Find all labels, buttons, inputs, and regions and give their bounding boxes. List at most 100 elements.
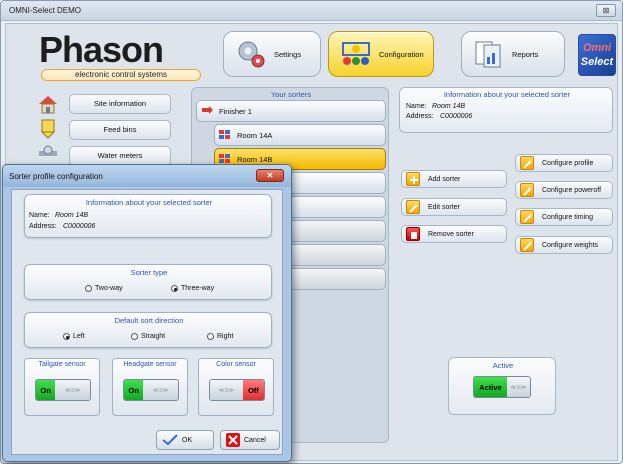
address-label: Address: xyxy=(29,223,57,230)
configure-timing-button[interactable]: Configure timing xyxy=(515,208,613,226)
pencil-icon xyxy=(520,210,534,224)
tab-label: Configuration xyxy=(379,49,424,59)
radio-three-way[interactable]: Three-way xyxy=(171,285,214,292)
dialog-close-button[interactable]: ✕ xyxy=(256,169,284,182)
gears-icon xyxy=(234,37,268,71)
configuration-icon xyxy=(339,37,373,71)
name-label: Name: xyxy=(29,212,50,219)
radio-dot xyxy=(85,285,92,292)
sorter-profile-dialog: Sorter profile configuration ✕ Informati… xyxy=(2,164,292,462)
check-icon xyxy=(162,434,178,446)
sorter-label: Finisher 1 xyxy=(219,106,252,116)
tab-label: Settings xyxy=(274,49,302,59)
name-value: Room 14B xyxy=(432,103,466,110)
edit-sorter-button[interactable]: Edit sorter xyxy=(401,198,507,216)
toggle-handle: ≪≡≫ xyxy=(506,377,530,397)
dialog-info-panel: Information about your selected sorter N… xyxy=(24,194,272,238)
edit-sorter-label: Edit sorter xyxy=(428,203,460,211)
close-button[interactable]: ⊠ xyxy=(596,4,616,17)
toggle-handle: ≪≡≫ xyxy=(55,380,90,400)
configure-poweroff-button[interactable]: Configure poweroff xyxy=(515,181,613,199)
radio-label: Three-way xyxy=(181,285,215,292)
active-title: Active xyxy=(492,361,514,370)
sidebar-item-feed-bins[interactable]: Feed bins xyxy=(69,120,171,140)
ok-button[interactable]: OK xyxy=(156,430,214,450)
toggle-state: On xyxy=(36,380,56,400)
cancel-label: Cancel xyxy=(244,436,266,444)
radio-label: Left xyxy=(73,333,85,340)
configure-weights-button[interactable]: Configure weights xyxy=(515,236,613,254)
dialog-info-title: Information about your selected sorter xyxy=(85,198,213,207)
active-toggle[interactable]: Active ≪≡≫ xyxy=(473,376,531,398)
cancel-button[interactable]: Cancel xyxy=(220,430,280,450)
toggle-handle: ≪≡≫ xyxy=(210,380,243,400)
omni-select-logo: Omni Select xyxy=(578,34,616,76)
configure-timing-label: Configure timing xyxy=(542,213,593,221)
headgate-toggle[interactable]: On ≪≡≫ xyxy=(123,379,179,401)
color-sensor-panel: Color sensor ≪≡≫ Off xyxy=(198,358,274,416)
active-panel: Active Active ≪≡≫ xyxy=(448,357,556,415)
sorter-type-title: Sorter type xyxy=(130,268,168,277)
sorter-label: Room 14B xyxy=(237,154,273,164)
sorter-group-row[interactable]: Finisher 1 xyxy=(196,100,386,122)
tab-configuration[interactable]: Configuration xyxy=(328,31,434,77)
tailgate-sensor-panel: Tailgate sensor On ≪≡≫ xyxy=(24,358,100,416)
house-icon xyxy=(37,93,59,115)
tab-label: Reports xyxy=(512,49,539,59)
radio-label: Two-way xyxy=(95,285,123,292)
edit-icon xyxy=(406,200,420,214)
sorter-row[interactable]: Room 14A xyxy=(214,124,386,146)
color-toggle[interactable]: ≪≡≫ Off xyxy=(209,379,265,401)
reports-icon xyxy=(472,37,506,71)
pencil-icon xyxy=(520,238,534,252)
tab-reports[interactable]: Reports xyxy=(461,31,565,77)
trash-icon xyxy=(406,227,420,241)
sidebar-item-site-information[interactable]: Site information xyxy=(69,94,171,114)
tailgate-toggle[interactable]: On ≪≡≫ xyxy=(35,379,91,401)
window-title: OMNI-Select DEMO xyxy=(9,6,82,15)
sensor-title: Headgate sensor xyxy=(123,361,177,368)
logo-subtitle: electronic control systems xyxy=(41,69,201,81)
address-label: Address: xyxy=(406,113,434,120)
name-value: Room 14B xyxy=(55,212,89,219)
configure-weights-label: Configure weights xyxy=(542,241,599,249)
dialog-title-bar: Sorter profile configuration ✕ xyxy=(3,165,291,187)
configure-poweroff-label: Configure poweroff xyxy=(542,186,602,194)
remove-sorter-button[interactable]: Remove sorter xyxy=(401,225,507,243)
name-label: Name: xyxy=(406,103,427,110)
sorter-info-panel: Information about your selected sorter N… xyxy=(399,87,613,133)
radio-right[interactable]: Right xyxy=(207,333,233,340)
toggle-handle: ≪≡≫ xyxy=(143,380,178,400)
configure-profile-label: Configure profile xyxy=(542,159,594,167)
radio-label: Right xyxy=(217,333,234,340)
radio-dot-selected xyxy=(63,333,70,340)
dialog-title: Sorter profile configuration xyxy=(9,172,103,181)
sorters-title: Your sorters xyxy=(270,90,312,99)
toggle-state: On xyxy=(124,380,144,400)
configure-profile-button[interactable]: Configure profile xyxy=(515,154,613,172)
radio-straight[interactable]: Straight xyxy=(131,333,165,340)
sidebar-item-water-meters[interactable]: Water meters xyxy=(69,146,171,166)
address-value: C0000006 xyxy=(63,223,96,230)
dialog-client: Information about your selected sorter N… xyxy=(11,189,283,455)
active-state: Active xyxy=(474,377,507,397)
headgate-sensor-panel: Headgate sensor On ≪≡≫ xyxy=(112,358,188,416)
sensor-title: Color sensor xyxy=(216,361,256,368)
add-sorter-button[interactable]: Add sorter xyxy=(401,170,507,188)
toggle-state: Off xyxy=(242,380,264,400)
sorter-label: Room 14A xyxy=(237,130,273,140)
info-title: Information about your selected sorter xyxy=(443,90,571,99)
pencil-icon xyxy=(520,183,534,197)
logo-text: Phason xyxy=(39,29,164,70)
sort-direction-title: Default sort direction xyxy=(114,316,184,325)
tab-settings[interactable]: Settings xyxy=(223,31,321,77)
title-bar: OMNI-Select DEMO ⊠ xyxy=(1,1,622,21)
sorter-type-panel: Sorter type Two-way Three-way xyxy=(24,264,272,300)
feed-bin-icon xyxy=(37,118,59,140)
radio-dot xyxy=(207,333,214,340)
radio-two-way[interactable]: Two-way xyxy=(85,285,123,292)
radio-left[interactable]: Left xyxy=(63,333,85,340)
sorter-icon xyxy=(219,130,231,140)
sort-direction-panel: Default sort direction Left Straight Rig… xyxy=(24,312,272,348)
sensor-title: Tailgate sensor xyxy=(38,361,86,368)
